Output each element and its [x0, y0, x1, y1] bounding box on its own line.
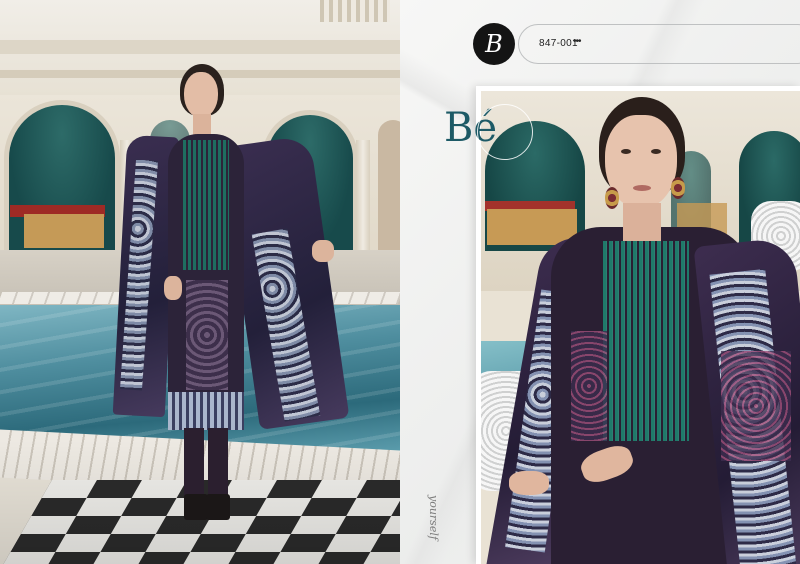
balcony-railing [320, 0, 390, 22]
dots-decoration: ••• [573, 36, 581, 47]
embroidered-yoke [603, 241, 689, 441]
embroidered-yoke [183, 140, 229, 270]
bench [24, 214, 104, 248]
design-code: 847-001 [539, 38, 578, 49]
tagline: yourself [427, 495, 440, 540]
brand-logo-letter: B [485, 30, 503, 58]
left-product-photo [0, 0, 400, 564]
lace-hem [168, 392, 244, 430]
brand-logo: B [473, 23, 515, 65]
wordmark-ring [477, 104, 533, 160]
earring [671, 177, 685, 199]
right-product-photo [481, 91, 800, 564]
earring [605, 187, 619, 209]
